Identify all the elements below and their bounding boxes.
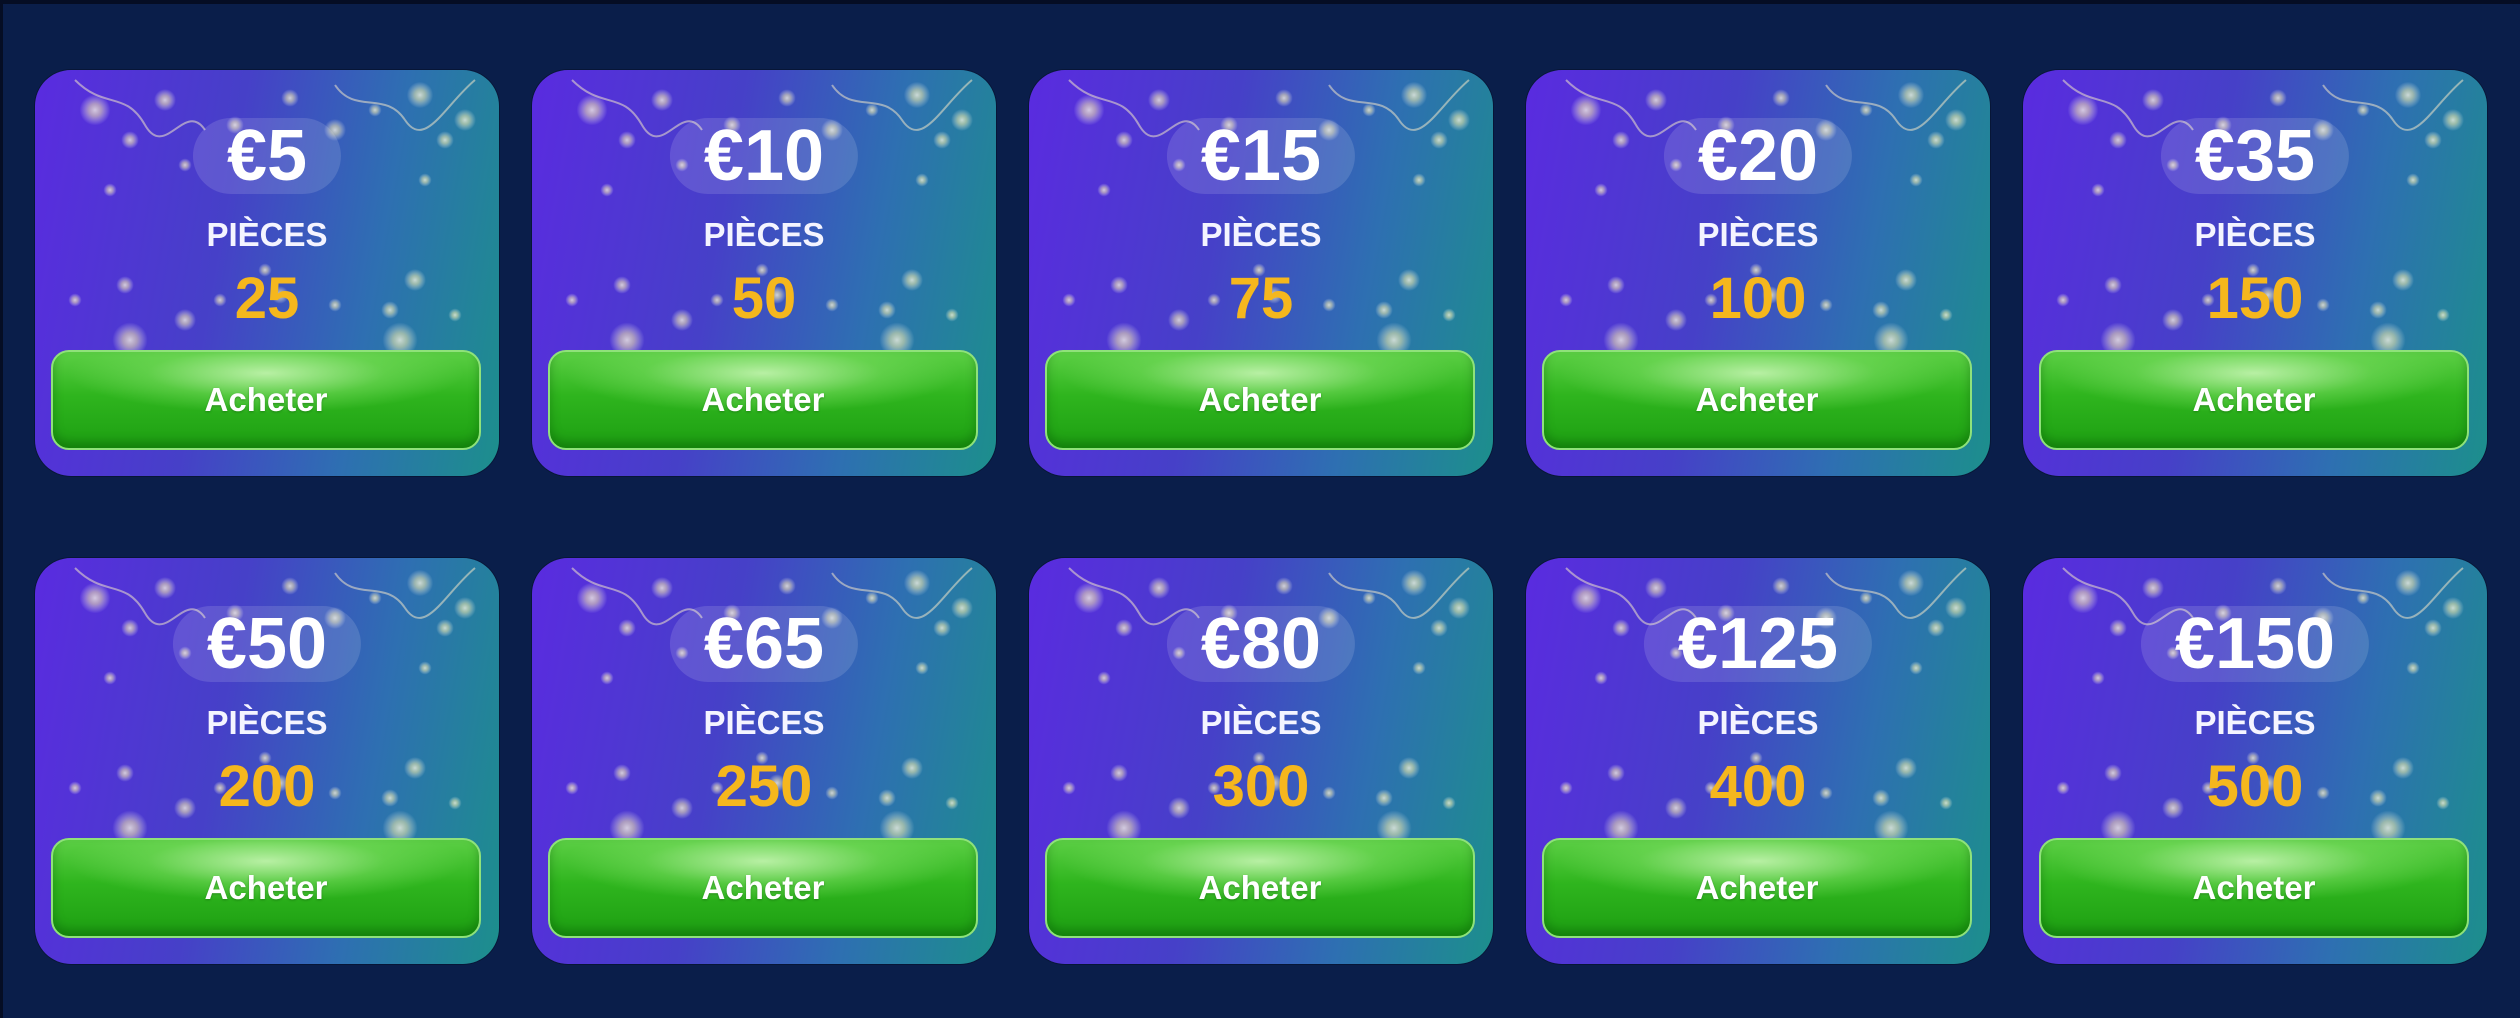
coin-amount: 300: [1212, 754, 1310, 819]
coin-pack-card: €5 PIÈCES 25 Acheter: [35, 70, 499, 476]
coin-amount: 500: [2206, 754, 2304, 819]
coins-label: PIÈCES: [703, 216, 825, 253]
pack-price: €15: [1166, 118, 1356, 194]
coin-pack-card: €80 PIÈCES 300 Acheter: [1029, 558, 1493, 964]
coin-amount: 400: [1709, 754, 1807, 819]
coin-amount: 75: [1228, 266, 1294, 331]
coin-pack-card: €65 PIÈCES 250 Acheter: [532, 558, 996, 964]
buy-button[interactable]: Acheter: [51, 838, 481, 938]
coin-pack-grid: €5 PIÈCES 25 Acheter €10 PIÈCES 50 Achet…: [35, 70, 2487, 964]
pack-price: €10: [669, 118, 859, 194]
coins-label: PIÈCES: [703, 704, 825, 741]
pack-price: €20: [1663, 118, 1853, 194]
coin-amount: 150: [2206, 266, 2304, 331]
coins-label: PIÈCES: [1697, 704, 1819, 741]
coin-pack-card: €150 PIÈCES 500 Acheter: [2023, 558, 2487, 964]
coin-pack-card: €15 PIÈCES 75 Acheter: [1029, 70, 1493, 476]
buy-button[interactable]: Acheter: [1542, 350, 1972, 450]
pack-price: €5: [192, 118, 342, 194]
buy-button[interactable]: Acheter: [51, 350, 481, 450]
coin-amount: 100: [1709, 266, 1807, 331]
coin-amount: 250: [715, 754, 813, 819]
coins-label: PIÈCES: [206, 216, 328, 253]
coins-label: PIÈCES: [1200, 216, 1322, 253]
buy-button[interactable]: Acheter: [1045, 838, 1475, 938]
coins-label: PIÈCES: [2194, 216, 2316, 253]
pack-price: €50: [172, 606, 362, 682]
buy-button[interactable]: Acheter: [1542, 838, 1972, 938]
coin-shop-panel: €5 PIÈCES 25 Acheter €10 PIÈCES 50 Achet…: [0, 0, 2520, 1018]
pack-price: €80: [1166, 606, 1356, 682]
coin-pack-card: €125 PIÈCES 400 Acheter: [1526, 558, 1990, 964]
buy-button[interactable]: Acheter: [548, 350, 978, 450]
buy-button[interactable]: Acheter: [2039, 350, 2469, 450]
coin-pack-card: €35 PIÈCES 150 Acheter: [2023, 70, 2487, 476]
pack-price: €65: [669, 606, 859, 682]
pack-price: €35: [2160, 118, 2350, 194]
pack-price: €150: [2140, 606, 2370, 682]
coin-pack-card: €10 PIÈCES 50 Acheter: [532, 70, 996, 476]
pack-price: €125: [1643, 606, 1873, 682]
coins-label: PIÈCES: [1697, 216, 1819, 253]
buy-button[interactable]: Acheter: [2039, 838, 2469, 938]
coin-pack-card: €20 PIÈCES 100 Acheter: [1526, 70, 1990, 476]
coins-label: PIÈCES: [1200, 704, 1322, 741]
coin-amount: 50: [731, 266, 797, 331]
coins-label: PIÈCES: [206, 704, 328, 741]
coin-amount: 25: [234, 266, 300, 331]
buy-button[interactable]: Acheter: [1045, 350, 1475, 450]
coins-label: PIÈCES: [2194, 704, 2316, 741]
coin-pack-card: €50 PIÈCES 200 Acheter: [35, 558, 499, 964]
coin-amount: 200: [218, 754, 316, 819]
buy-button[interactable]: Acheter: [548, 838, 978, 938]
